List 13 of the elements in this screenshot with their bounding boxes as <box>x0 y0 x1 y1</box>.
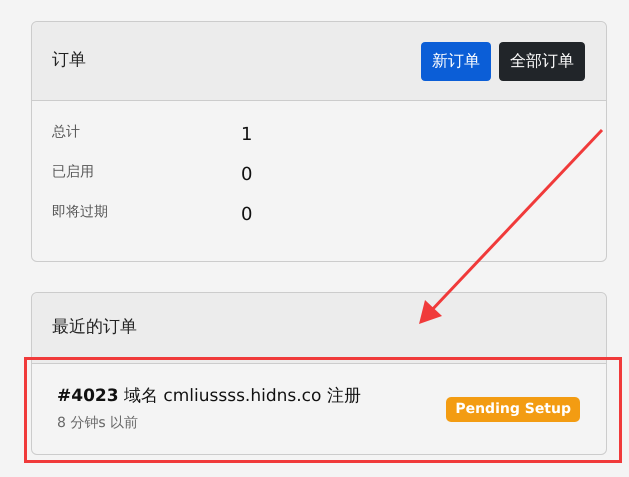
stat-label: 已启用 <box>52 162 95 182</box>
status-badge: Pending Setup <box>446 396 580 422</box>
stat-value: 0 <box>241 202 252 226</box>
card-title: 最近的订单 <box>52 316 137 340</box>
stat-label: 总计 <box>52 122 81 142</box>
stat-value: 0 <box>241 162 252 186</box>
order-time: 8 分钟s 以前 <box>57 414 140 434</box>
stat-value: 1 <box>241 122 252 146</box>
order-button[interactable]: 全部订单 <box>499 42 585 80</box>
card-title: 订单 <box>52 49 86 72</box>
order-description: #4023 域名 cmliussss.hidns.co 注册 <box>57 384 361 408</box>
stat-label: 即将过期 <box>52 202 109 222</box>
order-button[interactable]: 新订单 <box>421 42 491 80</box>
